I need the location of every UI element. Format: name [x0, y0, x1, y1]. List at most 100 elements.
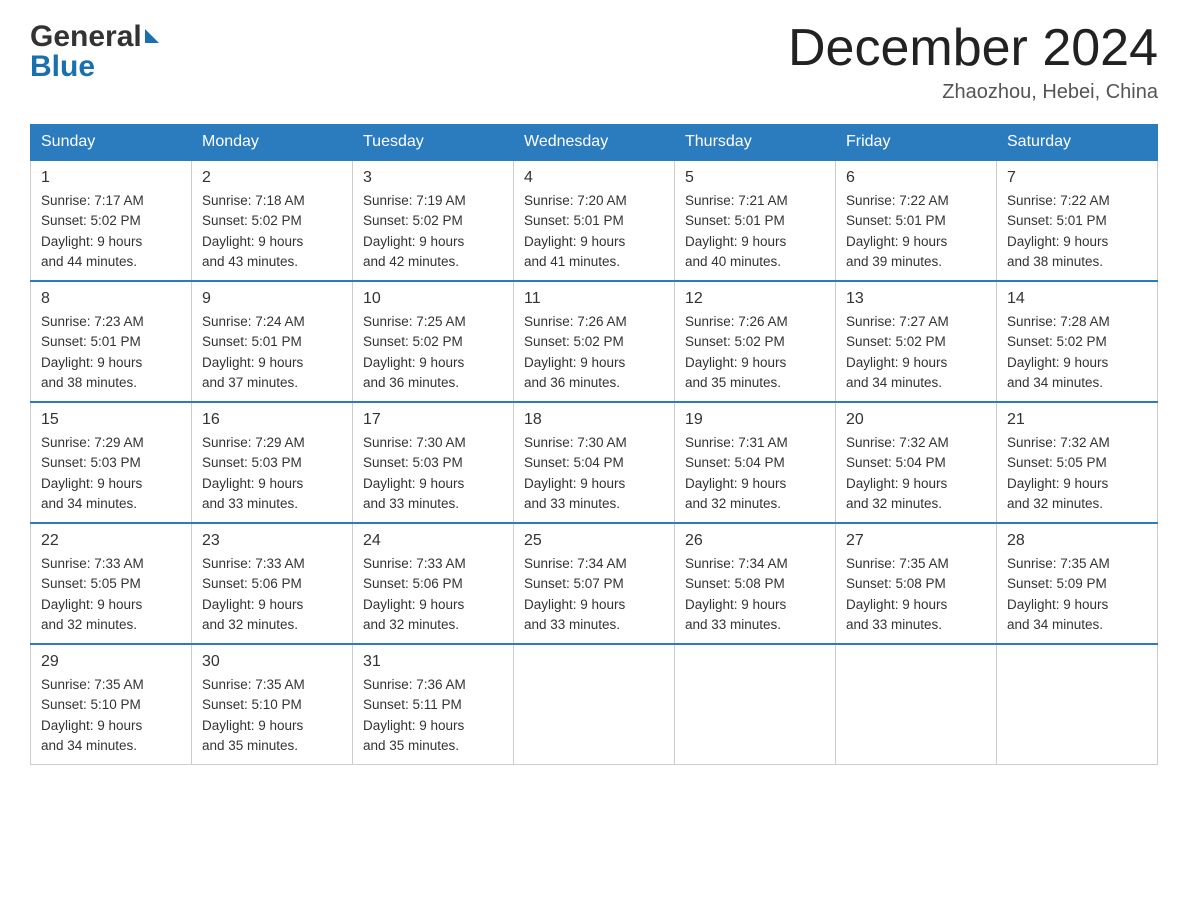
day-number: 21	[1007, 411, 1147, 429]
calendar-week-row: 1Sunrise: 7:17 AMSunset: 5:02 PMDaylight…	[31, 160, 1158, 281]
day-info: Sunrise: 7:27 AMSunset: 5:02 PMDaylight:…	[846, 312, 986, 393]
calendar-week-row: 22Sunrise: 7:33 AMSunset: 5:05 PMDayligh…	[31, 523, 1158, 644]
day-info: Sunrise: 7:32 AMSunset: 5:05 PMDaylight:…	[1007, 433, 1147, 514]
day-number: 26	[685, 532, 825, 550]
day-number: 6	[846, 169, 986, 187]
calendar-cell	[836, 644, 997, 765]
day-number: 13	[846, 290, 986, 308]
calendar-header-monday: Monday	[192, 125, 353, 161]
calendar-cell: 1Sunrise: 7:17 AMSunset: 5:02 PMDaylight…	[31, 160, 192, 281]
day-info: Sunrise: 7:35 AMSunset: 5:08 PMDaylight:…	[846, 554, 986, 635]
calendar-cell: 23Sunrise: 7:33 AMSunset: 5:06 PMDayligh…	[192, 523, 353, 644]
calendar-cell: 29 Sunrise: 7:35 AMSunset: 5:10 PMDayligh…	[31, 644, 192, 765]
day-number: 28	[1007, 532, 1147, 550]
calendar-cell: 19 Sunrise: 7:31 AMSunset: 5:04 PMDayligh…	[675, 402, 836, 523]
calendar-cell: 25 Sunrise: 7:34 AMSunset: 5:07 PMDayligh…	[514, 523, 675, 644]
day-number: 8	[41, 290, 181, 308]
calendar-cell: 2 Sunrise: 7:18 AMSunset: 5:02 PMDaylight…	[192, 160, 353, 281]
day-number: 16	[202, 411, 342, 429]
calendar-week-row: 15Sunrise: 7:29 AMSunset: 5:03 PMDayligh…	[31, 402, 1158, 523]
calendar-cell: 8 Sunrise: 7:23 AMSunset: 5:01 PMDaylight…	[31, 281, 192, 402]
calendar-cell: 9 Sunrise: 7:24 AMSunset: 5:01 PMDaylight…	[192, 281, 353, 402]
calendar-cell: 21 Sunrise: 7:32 AMSunset: 5:05 PMDayligh…	[997, 402, 1158, 523]
day-number: 17	[363, 411, 503, 429]
day-number: 27	[846, 532, 986, 550]
month-title: December 2024	[788, 20, 1158, 77]
calendar-cell: 15Sunrise: 7:29 AMSunset: 5:03 PMDayligh…	[31, 402, 192, 523]
day-info: Sunrise: 7:33 AMSunset: 5:05 PMDaylight:…	[41, 554, 181, 635]
day-info: Sunrise: 7:24 AMSunset: 5:01 PMDaylight:…	[202, 312, 342, 393]
day-number: 3	[363, 169, 503, 187]
day-info: Sunrise: 7:23 AMSunset: 5:01 PMDaylight:…	[41, 312, 181, 393]
calendar-cell: 14 Sunrise: 7:28 AMSunset: 5:02 PMDayligh…	[997, 281, 1158, 402]
calendar-cell: 27 Sunrise: 7:35 AMSunset: 5:08 PMDayligh…	[836, 523, 997, 644]
day-info: Sunrise: 7:26 AMSunset: 5:02 PMDaylight:…	[685, 312, 825, 393]
day-info: Sunrise: 7:35 AMSunset: 5:10 PMDaylight:…	[202, 675, 342, 756]
day-number: 5	[685, 169, 825, 187]
day-info: Sunrise: 7:28 AMSunset: 5:02 PMDaylight:…	[1007, 312, 1147, 393]
calendar-cell: 4 Sunrise: 7:20 AMSunset: 5:01 PMDaylight…	[514, 160, 675, 281]
calendar-header-saturday: Saturday	[997, 125, 1158, 161]
day-number: 25	[524, 532, 664, 550]
day-info: Sunrise: 7:31 AMSunset: 5:04 PMDaylight:…	[685, 433, 825, 514]
day-number: 9	[202, 290, 342, 308]
calendar-header-friday: Friday	[836, 125, 997, 161]
day-info: Sunrise: 7:34 AMSunset: 5:08 PMDaylight:…	[685, 554, 825, 635]
day-number: 19	[685, 411, 825, 429]
calendar-cell: 5 Sunrise: 7:21 AMSunset: 5:01 PMDaylight…	[675, 160, 836, 281]
logo: General Blue	[30, 20, 159, 84]
day-info: Sunrise: 7:30 AMSunset: 5:03 PMDaylight:…	[363, 433, 503, 514]
day-info: Sunrise: 7:29 AMSunset: 5:03 PMDaylight:…	[202, 433, 342, 514]
calendar-cell	[675, 644, 836, 765]
calendar-cell: 3Sunrise: 7:19 AMSunset: 5:02 PMDaylight…	[353, 160, 514, 281]
day-number: 23	[202, 532, 342, 550]
page-header: General Blue December 2024 Zhaozhou, Heb…	[30, 20, 1158, 104]
day-number: 11	[524, 290, 664, 308]
day-number: 4	[524, 169, 664, 187]
calendar-cell: 22Sunrise: 7:33 AMSunset: 5:05 PMDayligh…	[31, 523, 192, 644]
calendar-cell: 28Sunrise: 7:35 AMSunset: 5:09 PMDayligh…	[997, 523, 1158, 644]
calendar-cell: 26 Sunrise: 7:34 AMSunset: 5:08 PMDayligh…	[675, 523, 836, 644]
day-number: 2	[202, 169, 342, 187]
logo-blue-text: Blue	[30, 50, 159, 84]
day-number: 14	[1007, 290, 1147, 308]
logo-arrow-icon	[145, 29, 159, 43]
day-number: 24	[363, 532, 503, 550]
calendar-cell: 13 Sunrise: 7:27 AMSunset: 5:02 PMDayligh…	[836, 281, 997, 402]
day-number: 18	[524, 411, 664, 429]
day-info: Sunrise: 7:34 AMSunset: 5:07 PMDaylight:…	[524, 554, 664, 635]
day-number: 29	[41, 653, 181, 671]
calendar-cell: 10 Sunrise: 7:25 AMSunset: 5:02 PMDayligh…	[353, 281, 514, 402]
day-info: Sunrise: 7:22 AMSunset: 5:01 PMDaylight:…	[846, 191, 986, 272]
day-info: Sunrise: 7:20 AMSunset: 5:01 PMDaylight:…	[524, 191, 664, 272]
day-info: Sunrise: 7:29 AMSunset: 5:03 PMDaylight:…	[41, 433, 181, 514]
day-info: Sunrise: 7:35 AMSunset: 5:10 PMDaylight:…	[41, 675, 181, 756]
calendar-cell	[997, 644, 1158, 765]
calendar-cell	[514, 644, 675, 765]
day-info: Sunrise: 7:33 AMSunset: 5:06 PMDaylight:…	[363, 554, 503, 635]
calendar-header-thursday: Thursday	[675, 125, 836, 161]
day-number: 7	[1007, 169, 1147, 187]
calendar-header-sunday: Sunday	[31, 125, 192, 161]
day-info: Sunrise: 7:32 AMSunset: 5:04 PMDaylight:…	[846, 433, 986, 514]
title-block: December 2024 Zhaozhou, Hebei, China	[788, 20, 1158, 104]
calendar-header-wednesday: Wednesday	[514, 125, 675, 161]
calendar-cell: 31 Sunrise: 7:36 AMSunset: 5:11 PMDayligh…	[353, 644, 514, 765]
day-number: 31	[363, 653, 503, 671]
calendar-cell: 16 Sunrise: 7:29 AMSunset: 5:03 PMDayligh…	[192, 402, 353, 523]
day-number: 12	[685, 290, 825, 308]
day-info: Sunrise: 7:36 AMSunset: 5:11 PMDaylight:…	[363, 675, 503, 756]
calendar-cell: 18Sunrise: 7:30 AMSunset: 5:04 PMDayligh…	[514, 402, 675, 523]
logo-general-text: General	[30, 20, 142, 54]
day-info: Sunrise: 7:21 AMSunset: 5:01 PMDaylight:…	[685, 191, 825, 272]
calendar-cell: 11Sunrise: 7:26 AMSunset: 5:02 PMDayligh…	[514, 281, 675, 402]
day-info: Sunrise: 7:22 AMSunset: 5:01 PMDaylight:…	[1007, 191, 1147, 272]
day-info: Sunrise: 7:18 AMSunset: 5:02 PMDaylight:…	[202, 191, 342, 272]
calendar-cell: 12 Sunrise: 7:26 AMSunset: 5:02 PMDayligh…	[675, 281, 836, 402]
calendar-header-row: SundayMondayTuesdayWednesdayThursdayFrid…	[31, 125, 1158, 161]
location-label: Zhaozhou, Hebei, China	[788, 81, 1158, 104]
calendar-cell: 24 Sunrise: 7:33 AMSunset: 5:06 PMDayligh…	[353, 523, 514, 644]
calendar-cell: 30Sunrise: 7:35 AMSunset: 5:10 PMDayligh…	[192, 644, 353, 765]
day-info: Sunrise: 7:25 AMSunset: 5:02 PMDaylight:…	[363, 312, 503, 393]
day-number: 10	[363, 290, 503, 308]
